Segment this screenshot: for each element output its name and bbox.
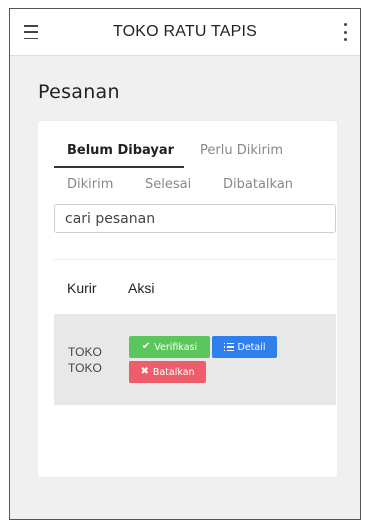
- tab-perlu-dikirim[interactable]: Perlu Dikirim: [200, 143, 283, 158]
- app-frame: TOKO RATU TAPIS Pesanan Belum Dibayar Pe…: [9, 8, 361, 520]
- column-header-aksi: Aksi: [128, 280, 155, 296]
- divider: [54, 259, 336, 260]
- hamburger-menu-icon[interactable]: [24, 25, 38, 39]
- tab-selesai[interactable]: Selesai: [145, 177, 191, 192]
- search-input[interactable]: [54, 204, 336, 233]
- active-tab-indicator: [54, 166, 184, 168]
- cancel-button-label: Batalkan: [152, 366, 195, 378]
- x-icon: ✖: [140, 366, 149, 377]
- courier-name: TOKO TOKO: [68, 345, 102, 375]
- table-row: TOKO TOKO ✔ Verifikasi Detail ✖ Batalkan: [54, 314, 336, 405]
- verify-button-label: Verifikasi: [154, 341, 198, 353]
- orders-card: Belum Dibayar Perlu Dikirim Dikirim Sele…: [38, 121, 337, 477]
- detail-button-label: Detail: [237, 341, 266, 353]
- cancel-button[interactable]: ✖ Batalkan: [129, 361, 206, 383]
- app-title: TOKO RATU TAPIS: [112, 23, 258, 40]
- tab-dibatalkan[interactable]: Dibatalkan: [223, 177, 293, 192]
- tab-dikirim[interactable]: Dikirim: [67, 177, 113, 192]
- tab-belum-dibayar[interactable]: Belum Dibayar: [67, 143, 174, 158]
- detail-button[interactable]: Detail: [212, 336, 277, 358]
- list-icon: [223, 342, 234, 352]
- column-header-kurir: Kurir: [67, 280, 97, 296]
- vertical-ellipsis-icon[interactable]: [342, 23, 348, 41]
- app-bar: TOKO RATU TAPIS: [10, 9, 360, 56]
- verify-button[interactable]: ✔ Verifikasi: [129, 336, 210, 358]
- check-icon: ✔: [141, 341, 151, 352]
- page-title: Pesanan: [38, 81, 120, 103]
